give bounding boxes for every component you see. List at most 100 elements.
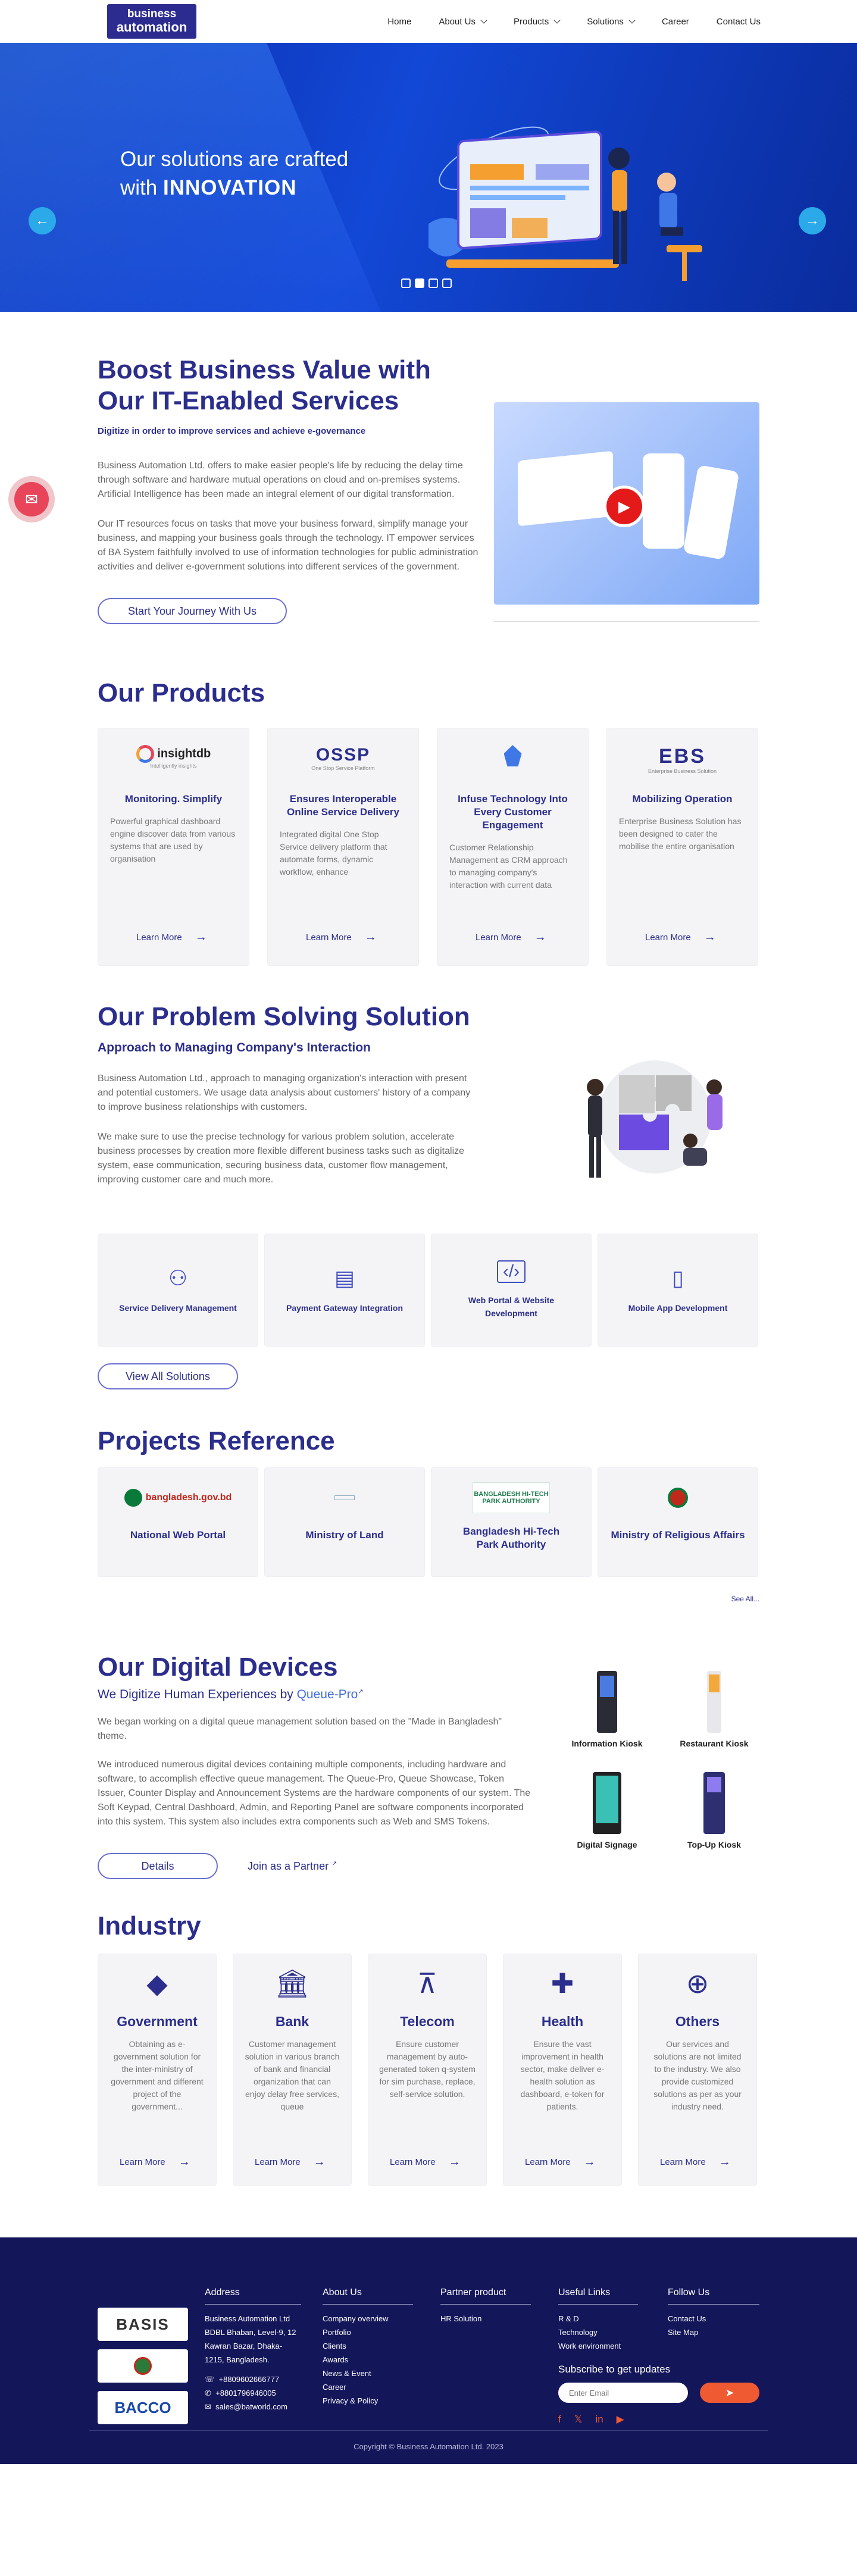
- product-desc: Enterprise Business Solution has been de…: [619, 816, 742, 851]
- divider: [494, 621, 759, 622]
- projects-section: Projects Reference bangladesh.gov.bd Nat…: [0, 1401, 857, 1629]
- footer-link[interactable]: HR Solution: [440, 2312, 531, 2325]
- slide-dot-active[interactable]: [415, 278, 424, 288]
- learn-more-link[interactable]: Learn More →: [525, 2155, 596, 2169]
- whatsapp-row[interactable]: ✆ +8801796946005: [205, 2386, 301, 2400]
- project-card[interactable]: bangladesh.gov.bd National Web Portal: [98, 1467, 258, 1577]
- facebook-icon[interactable]: f: [558, 2414, 561, 2425]
- solution-card-label: Payment Gateway Integration: [286, 1303, 404, 1313]
- learn-more-link[interactable]: Learn More →: [136, 931, 207, 944]
- footer-link[interactable]: Company overview: [323, 2312, 413, 2325]
- learn-more-link[interactable]: Learn More →: [476, 931, 546, 944]
- footer-link[interactable]: News & Event: [323, 2367, 413, 2380]
- hero-pagination: [401, 278, 452, 288]
- hero-headline: Our solutions are crafted with INNOVATIO…: [120, 145, 348, 202]
- industry-desc: Our services and solutions are not limit…: [653, 2039, 742, 2111]
- subscribe-email-input[interactable]: [558, 2383, 688, 2403]
- send-icon: ➤: [725, 2386, 734, 2399]
- view-all-solutions-button[interactable]: View All Solutions: [98, 1363, 238, 1389]
- learn-more-link[interactable]: Learn More →: [645, 931, 716, 944]
- linkedin-icon[interactable]: in: [595, 2414, 603, 2425]
- solution-card[interactable]: ▯ Mobile App Development: [598, 1234, 758, 1347]
- company-logo[interactable]: business automation: [107, 4, 196, 39]
- footer-link[interactable]: Clients: [323, 2339, 413, 2353]
- nav-about[interactable]: About Us: [439, 17, 487, 27]
- slide-dot[interactable]: [428, 278, 438, 288]
- youtube-icon[interactable]: ▶: [617, 2414, 624, 2425]
- queue-pro-link[interactable]: Queue-Pro: [297, 1688, 358, 1701]
- device-label: Restaurant Kiosk: [680, 1739, 749, 1748]
- footer-divider: [89, 2430, 768, 2431]
- slide-dot[interactable]: [442, 278, 452, 288]
- solution-card[interactable]: ‹/› Web Portal & Website Development: [431, 1234, 592, 1347]
- slide-dot[interactable]: [401, 278, 411, 288]
- solution-card-label: Mobile App Development: [628, 1303, 728, 1313]
- bank-icon: 🏛: [274, 1968, 310, 1999]
- details-button[interactable]: Details: [98, 1853, 218, 1879]
- start-journey-button[interactable]: Start Your Journey With Us: [98, 598, 287, 624]
- send-button[interactable]: ➤: [700, 2383, 759, 2403]
- footer-link[interactable]: Awards: [323, 2353, 413, 2367]
- floating-mail-button[interactable]: ✉: [8, 476, 55, 522]
- learn-more-link[interactable]: Learn More →: [306, 931, 377, 944]
- device-item[interactable]: Top-Up Kiosk: [661, 1772, 768, 1849]
- learn-more-link[interactable]: Learn More →: [660, 2155, 731, 2169]
- project-card[interactable]: BANGLADESH HI-TECH PARK AUTHORITY Bangla…: [431, 1467, 592, 1577]
- project-card[interactable]: Ministry of Religious Affairs: [598, 1467, 758, 1577]
- solutions-grid: ⚇ Service Delivery Management ▤ Payment …: [98, 1234, 759, 1347]
- devices-grid: Information Kiosk Restaurant Kiosk Digit…: [553, 1671, 768, 1849]
- footer-link[interactable]: Work environment: [558, 2339, 638, 2353]
- footer-heading: Follow Us: [668, 2287, 759, 2305]
- solution-card[interactable]: ⚇ Service Delivery Management: [98, 1234, 258, 1347]
- x-twitter-icon[interactable]: 𝕏: [574, 2414, 583, 2425]
- nav-career[interactable]: Career: [662, 17, 689, 27]
- footer-link[interactable]: Site Map: [668, 2325, 759, 2339]
- see-all-link[interactable]: See All...: [98, 1595, 759, 1603]
- footer-link[interactable]: Contact Us: [668, 2312, 759, 2325]
- device-item[interactable]: Information Kiosk: [553, 1671, 661, 1748]
- arrow-right-icon: →: [313, 2155, 326, 2168]
- project-logo-text: bangladesh.gov.bd: [145, 1492, 232, 1503]
- projects-title: Projects Reference: [98, 1426, 335, 1456]
- join-partner-link[interactable]: Join as a Partner ↗: [248, 1860, 337, 1873]
- product-logo-sub: Intelligently insights: [150, 763, 197, 769]
- footer-link[interactable]: R & D: [558, 2312, 638, 2325]
- hero-slider: Our solutions are crafted with INNOVATIO…: [0, 43, 857, 312]
- hero-prev-button[interactable]: ←: [29, 207, 56, 234]
- insightdb-logo: insightdb Intelligently insights: [110, 745, 237, 780]
- device-item[interactable]: Restaurant Kiosk: [661, 1671, 768, 1748]
- project-card[interactable]: Ministry of Land: [264, 1467, 425, 1577]
- hero-next-button[interactable]: →: [799, 207, 826, 234]
- learn-more-label: Learn More: [120, 2157, 165, 2167]
- nav-products[interactable]: Products: [514, 17, 561, 27]
- phone-image: [643, 453, 684, 549]
- footer-heading: About Us: [323, 2287, 413, 2305]
- nav-home[interactable]: Home: [387, 17, 411, 27]
- arrow-right-icon: →: [534, 931, 546, 944]
- footer-link[interactable]: Privacy & Policy: [323, 2394, 413, 2408]
- device-item[interactable]: Digital Signage: [553, 1772, 661, 1849]
- ebs-logo: EBS Enterprise Business Solution: [619, 745, 746, 780]
- arrow-right-icon: →: [364, 931, 377, 944]
- phone-row[interactable]: ☏ +8809602666777: [205, 2372, 301, 2386]
- learn-more-link[interactable]: Learn More →: [390, 2155, 461, 2169]
- solution-card[interactable]: ▤ Payment Gateway Integration: [264, 1234, 425, 1347]
- nav-contact[interactable]: Contact Us: [717, 17, 761, 27]
- nav-home-label: Home: [387, 16, 412, 27]
- footer-link[interactable]: Career: [323, 2380, 413, 2394]
- industry-desc: Customer management solution in various …: [245, 2039, 340, 2111]
- email-row[interactable]: ✉ sales@batworld.com: [205, 2400, 301, 2414]
- footer-link[interactable]: Portfolio: [323, 2325, 413, 2339]
- learn-more-link[interactable]: Learn More →: [255, 2155, 326, 2169]
- footer-link[interactable]: Technology: [558, 2325, 638, 2339]
- project-logo-text: BANGLADESH HI-TECH PARK AUTHORITY: [474, 1491, 549, 1505]
- solution-paragraph-1: Business Automation Ltd., approach to ma…: [98, 1073, 471, 1112]
- nav-solutions[interactable]: Solutions: [587, 17, 636, 27]
- learn-more-link[interactable]: Learn More →: [120, 2155, 190, 2169]
- chevron-down-icon: [480, 17, 487, 24]
- health-icon: ✚: [551, 1968, 574, 1999]
- video-thumbnail[interactable]: ▶: [494, 402, 759, 605]
- industry-desc: Ensure customer management by auto-gener…: [379, 2039, 476, 2099]
- project-logo: [334, 1482, 355, 1513]
- play-icon[interactable]: ▶: [603, 486, 645, 527]
